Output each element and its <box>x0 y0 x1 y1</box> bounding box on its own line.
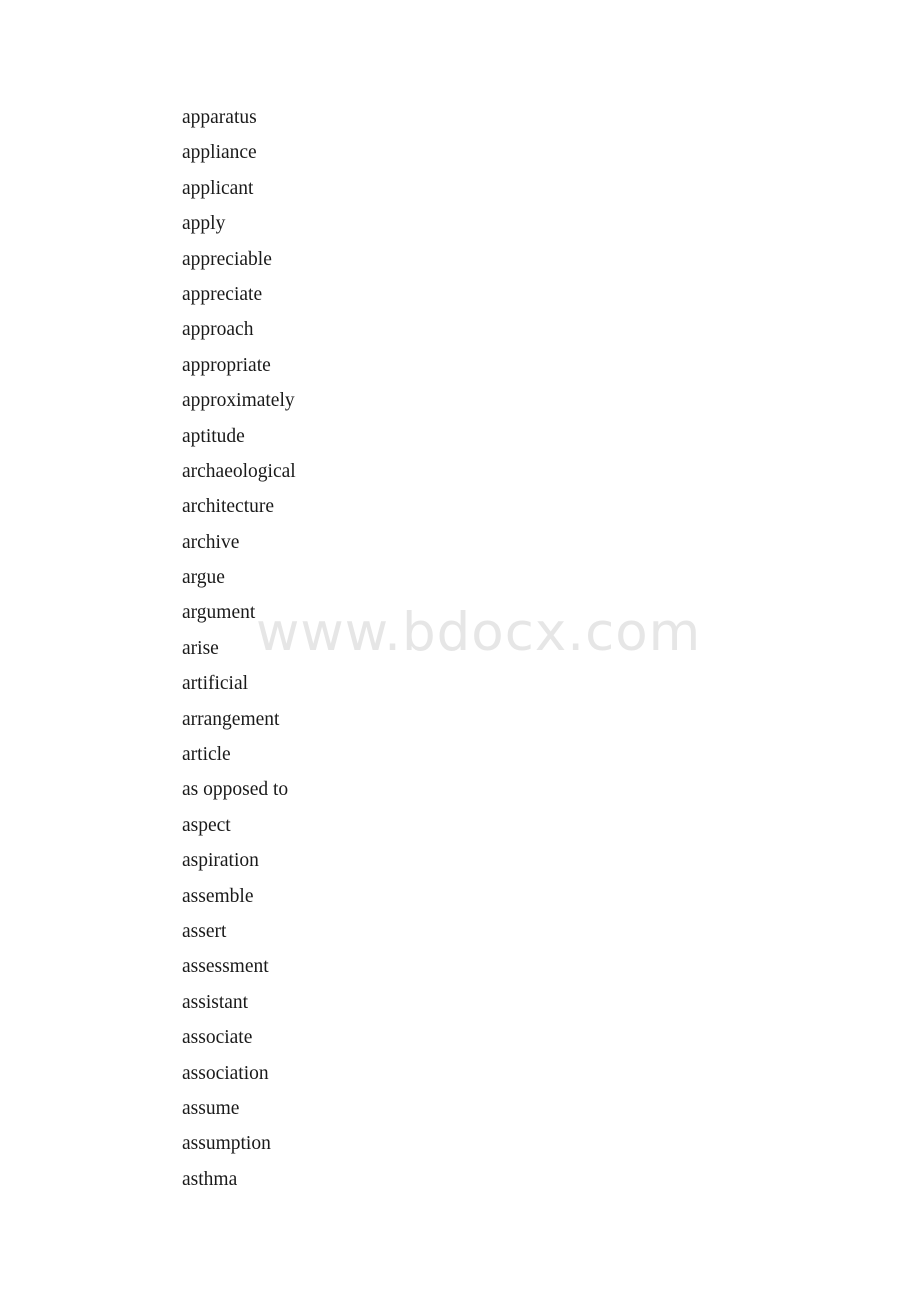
word-list-item: aspiration <box>182 850 259 872</box>
word-list-item: as opposed to <box>182 779 289 801</box>
word-list-item: artificial <box>182 673 249 695</box>
word-list-item: appropriate <box>182 354 271 376</box>
word-list-item: assert <box>182 920 227 942</box>
word-list-item: architecture <box>182 496 275 518</box>
word-list-item: aptitude <box>182 425 245 447</box>
word-list-item: assessment <box>182 956 269 978</box>
word-list-item: appreciate <box>182 283 263 305</box>
word-list-item: arrangement <box>182 708 280 730</box>
word-list-item: asthma <box>182 1168 238 1190</box>
word-list-item: assumption <box>182 1133 271 1155</box>
word-list-item: associate <box>182 1027 253 1049</box>
word-list-item: approximately <box>182 390 295 412</box>
vocabulary-word-list: apparatus appliance applicant apply apprecia… <box>182 105 702 1202</box>
word-list-item: argument <box>182 602 256 624</box>
word-list-item: article <box>182 744 231 766</box>
word-list-item: archaeological <box>182 460 296 482</box>
document-page: www.bdocx.com apparatus appliance applican… <box>0 0 920 1302</box>
word-list-item: assemble <box>182 885 254 907</box>
word-list-item: appreciable <box>182 248 272 270</box>
word-list-item: assistant <box>182 991 249 1013</box>
word-list-item: appliance <box>182 142 257 164</box>
word-list-item: apply <box>182 213 226 235</box>
word-list-item: applicant <box>182 177 254 199</box>
word-list-item: assume <box>182 1097 240 1119</box>
word-list-item: association <box>182 1062 269 1084</box>
word-list-item: apparatus <box>182 107 257 128</box>
word-list-item: approach <box>182 319 254 341</box>
word-list-item: aspect <box>182 814 231 836</box>
word-list-item: archive <box>182 531 240 553</box>
word-list-item: arise <box>182 637 219 659</box>
word-list-item: argue <box>182 567 225 589</box>
